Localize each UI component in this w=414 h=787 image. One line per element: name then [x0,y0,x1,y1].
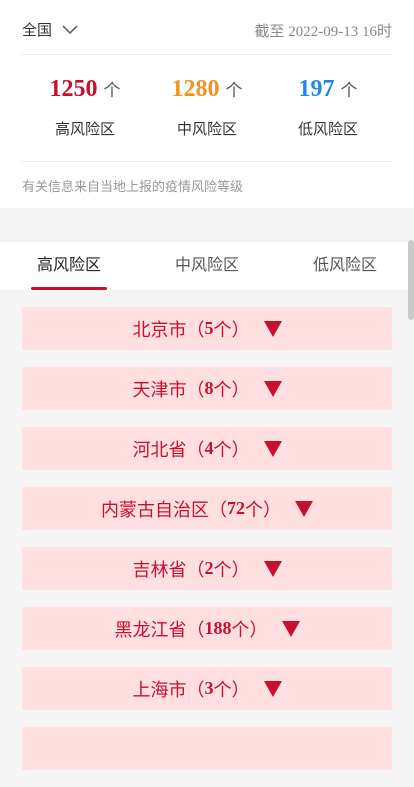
count-value: 1250 [49,76,98,102]
province-name: 天津市 [132,379,187,401]
caret-down-icon[interactable] [263,320,282,337]
province-item[interactable]: 吉林省（2 个） [22,547,392,590]
stat-medium-risk: 1280 个 中风险区 [142,74,272,139]
risk-level-tabs: 高风险区 中风险区 低风险区 [0,242,414,290]
tab-medium-risk[interactable]: 中风险区 [169,242,245,290]
open-paren: （ [186,379,205,401]
province-count: 4 [204,438,214,458]
close-paren: ） [231,379,250,401]
count-unit: 个 [225,81,243,100]
count-unit: 个 [213,559,232,581]
divider [22,54,392,55]
open-paren: （ [186,559,205,581]
province-name: 吉林省 [132,559,187,581]
update-timestamp: 截至 2022-09-13 16时 [254,24,393,40]
close-paren: ） [249,619,268,641]
close-paren: ） [231,319,250,341]
summary-card: 全国 截至 2022-09-13 16时 1250 个 高风险区 1280 个 中风… [0,0,414,208]
province-item[interactable]: 河北省（4 个） [22,427,392,470]
stat-label-medium: 中风险区 [176,120,237,138]
province-name: 黑龙江省 [114,619,187,641]
open-paren: （ [186,319,205,341]
count-unit: 个 [245,499,263,521]
province-item[interactable]: 内蒙古自治区（72 个） [22,487,392,530]
open-paren: （ [209,499,227,521]
chevron-down-icon [62,25,78,35]
count-unit: 个 [213,439,232,461]
region-selector[interactable]: 全国 [22,18,78,40]
close-paren: ） [231,439,250,461]
caret-down-icon[interactable] [295,500,313,517]
province-item[interactable]: 上海市（3 个） [22,667,392,710]
province-count: 3 [204,678,214,698]
close-paren: ） [231,559,250,581]
divider [22,161,392,162]
province-count: 5 [204,318,214,338]
tab-high-risk[interactable]: 高风险区 [31,242,107,290]
count-unit: 个 [231,619,250,641]
region-label: 全国 [22,20,53,39]
province-item[interactable]: 北京市（5 个） [22,307,392,350]
close-paren: ） [263,499,281,521]
province-name: 河北省 [132,439,187,461]
province-count: 188 [204,618,232,638]
count-value: 197 [298,76,335,102]
data-source-note: 有关信息来自当地上报的疫情风险等级 [22,180,244,195]
open-paren: （ [186,679,205,701]
stat-high-risk: 1250 个 高风险区 [20,74,150,139]
caret-down-icon[interactable] [263,680,282,697]
count-unit: 个 [213,319,232,341]
province-item[interactable]: 黑龙江省（188 个） [22,607,392,650]
open-paren: （ [186,439,205,461]
count-unit: 个 [103,81,121,100]
province-name: 北京市 [132,319,187,341]
stat-count-high: 1250 个 [20,74,150,106]
stat-count-medium: 1280 个 [142,74,272,106]
close-paren: ） [231,679,250,701]
province-name: 内蒙古自治区 [101,499,209,521]
stat-count-low: 197 个 [263,74,393,106]
open-paren: （ [186,619,205,641]
province-count: 72 [227,498,245,518]
count-unit: 个 [340,81,358,100]
caret-down-icon[interactable] [263,560,282,577]
count-unit: 个 [213,679,232,701]
caret-down-icon[interactable] [263,440,282,457]
count-unit: 个 [213,379,232,401]
province-item[interactable]: 天津市（8 个） [22,367,392,410]
province-name: 上海市 [132,679,187,701]
stat-label-high: 高风险区 [54,120,115,138]
scrollbar-thumb[interactable] [408,240,414,320]
caret-down-icon[interactable] [263,380,282,397]
stat-low-risk: 197 个 低风险区 [263,74,393,139]
stat-label-low: 低风险区 [297,120,358,138]
province-count: 8 [204,378,214,398]
tab-low-risk[interactable]: 低风险区 [307,242,383,290]
province-count: 2 [204,558,214,578]
province-list: 北京市（5 个） 天津市（8 个） 河北省（4 个） 内蒙古自治区（72 个） 吉林省（… [22,307,392,787]
caret-down-icon[interactable] [281,620,300,637]
province-item-partial[interactable] [22,727,392,770]
count-value: 1280 [171,76,220,102]
